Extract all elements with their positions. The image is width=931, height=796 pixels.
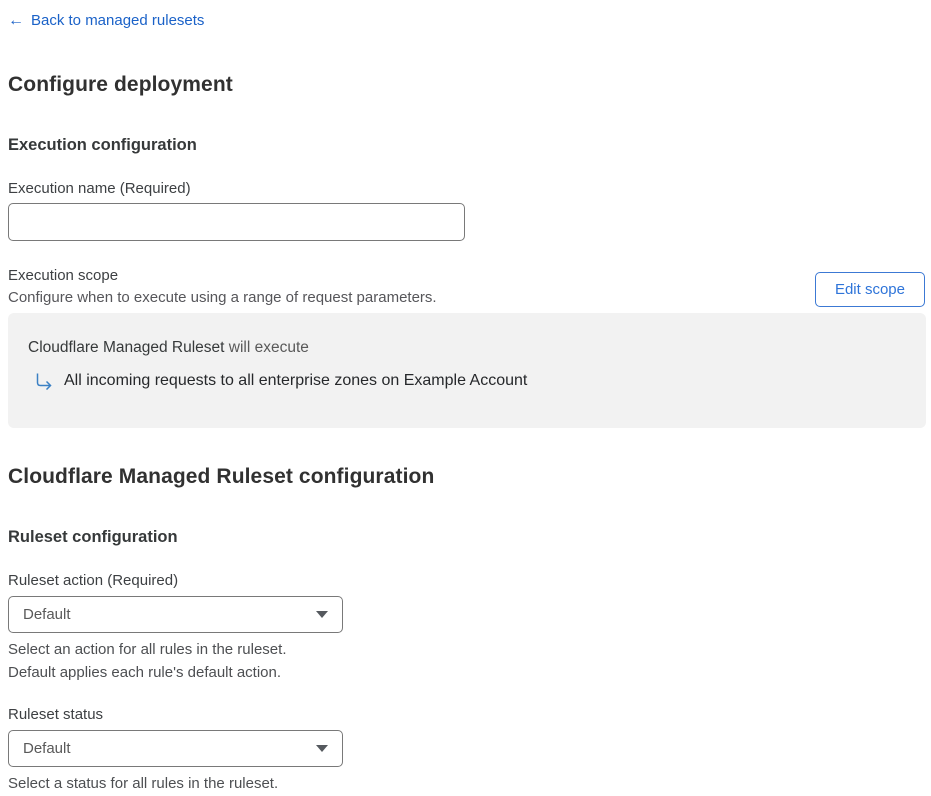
ruleset-action-help-line: Select an action for all rules in the ru… <box>8 641 287 658</box>
execution-name-label: Execution name (Required) <box>8 180 191 197</box>
ruleset-status-help: Select a status for all rules in the rul… <box>8 773 925 796</box>
execution-configuration-heading: Execution configuration <box>8 136 197 154</box>
execution-scope-row: Execution scope Configure when to execut… <box>8 265 925 309</box>
back-to-managed-rulesets-link[interactable]: ← Back to managed rulesets <box>8 11 204 31</box>
ruleset-configuration-heading: Ruleset configuration <box>8 528 178 546</box>
ruleset-action-help-line: Default applies each rule's default acti… <box>8 663 282 681</box>
ruleset-action-select[interactable]: Default <box>8 596 343 633</box>
ruleset-status-select[interactable]: Default <box>8 730 343 767</box>
summary-scope-sentence: All incoming requests to all enterprise … <box>64 372 528 389</box>
ruleset-status-label: Ruleset status <box>8 706 104 723</box>
ruleset-status-selected-value: Default <box>23 740 71 757</box>
execution-name-input[interactable] <box>8 203 465 241</box>
configure-deployment-page: ← Back to managed rulesets Configure dep… <box>0 0 931 793</box>
page-title: Configure deployment <box>8 73 233 96</box>
ruleset-status-help-line: Select a status for all rules in the rul… <box>8 775 279 792</box>
chevron-down-icon <box>316 611 328 618</box>
edit-scope-button[interactable]: Edit scope <box>814 272 925 307</box>
execution-scope-text: Execution scope Configure when to execut… <box>8 265 437 309</box>
execution-scope-label: Execution scope <box>8 267 119 284</box>
ruleset-action-selected-value: Default <box>23 606 71 623</box>
branch-down-right-arrow-icon <box>35 373 53 390</box>
ruleset-configuration-page-title: Cloudflare Managed Ruleset configuration <box>8 465 435 488</box>
summary-line-scope: All incoming requests to all enterprise … <box>35 372 906 390</box>
summary-ruleset-name: Cloudflare Managed Ruleset <box>28 339 225 356</box>
summary-will-execute-text: will execute <box>224 339 309 356</box>
back-link-label: Back to managed rulesets <box>31 12 205 29</box>
back-arrow-icon: ← <box>8 12 24 29</box>
execution-scope-description: Configure when to execute using a range … <box>8 289 437 306</box>
summary-line-will-execute: Cloudflare Managed Ruleset will execute <box>28 338 906 358</box>
chevron-down-icon <box>316 745 328 752</box>
ruleset-action-label: Ruleset action (Required) <box>8 572 179 589</box>
ruleset-action-help: Select an action for all rules in the ru… <box>8 639 925 684</box>
execution-summary-panel: Cloudflare Managed Ruleset will execute … <box>8 313 926 428</box>
